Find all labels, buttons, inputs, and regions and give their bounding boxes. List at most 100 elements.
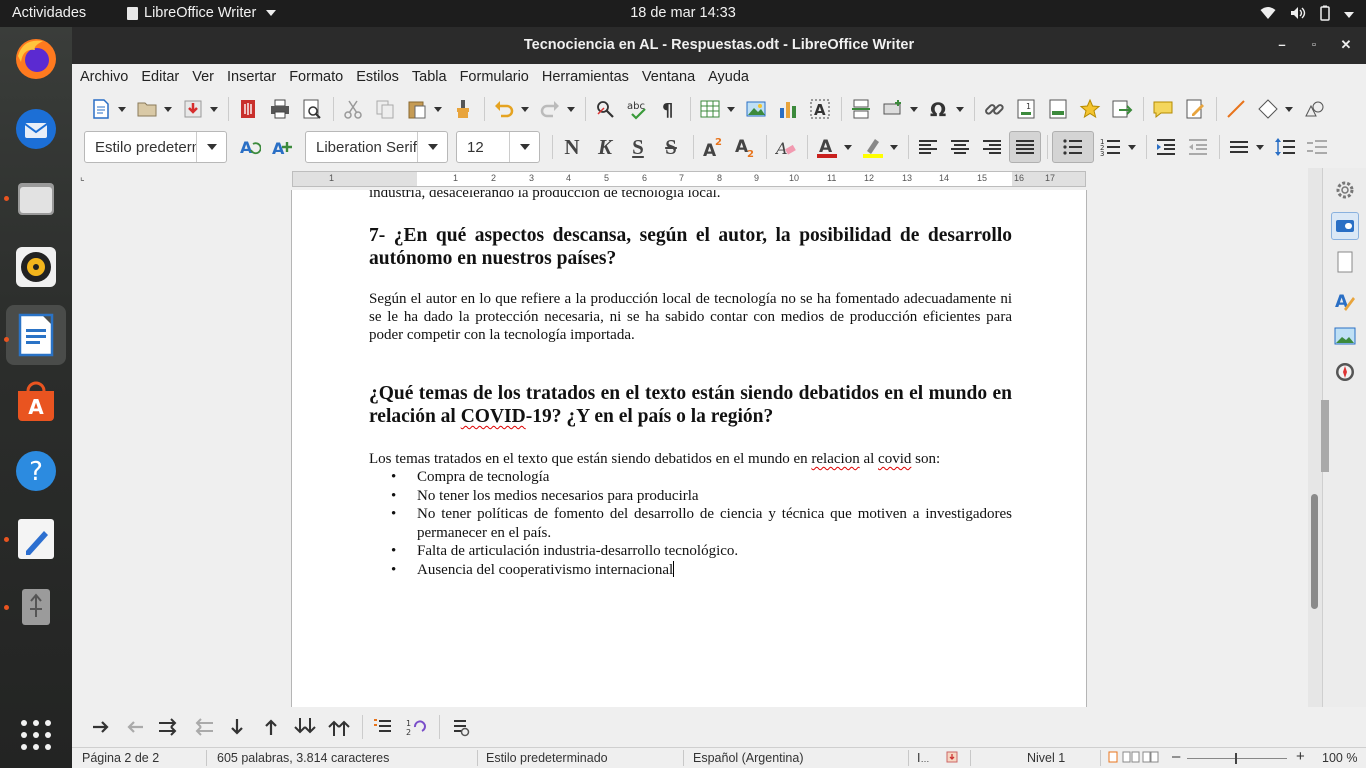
outline-level[interactable]: Nivel 1	[1027, 751, 1065, 765]
superscript-icon[interactable]: A2	[698, 132, 728, 162]
chevron-down-icon[interactable]	[727, 106, 735, 112]
heading-question-8[interactable]: ¿Qué temas de los tratados en el texto e…	[369, 382, 1012, 428]
decrease-paragraph-spacing-icon[interactable]	[1302, 132, 1332, 162]
libreoffice-writer-icon[interactable]	[6, 305, 66, 365]
subscript-icon[interactable]: A2	[730, 132, 760, 162]
undo-icon[interactable]	[489, 94, 519, 124]
menu-ventana[interactable]: Ventana	[642, 69, 695, 85]
close-icon[interactable]: ✕	[1338, 37, 1354, 53]
insert-chart-icon[interactable]	[773, 94, 803, 124]
open-folder-icon[interactable]	[132, 94, 162, 124]
rhythmbox-icon[interactable]	[12, 243, 60, 291]
promote-icon[interactable]	[324, 712, 354, 742]
chevron-down-icon[interactable]	[567, 106, 575, 112]
cut-icon[interactable]	[338, 94, 368, 124]
help-icon[interactable]: ?	[12, 447, 60, 495]
font-color-icon[interactable]: A	[812, 132, 842, 162]
activities-button[interactable]: Actividades	[12, 5, 86, 21]
highlight-color-icon[interactable]	[858, 132, 888, 162]
track-changes-icon[interactable]	[1180, 94, 1210, 124]
menu-editar[interactable]: Editar	[141, 69, 179, 85]
list-item[interactable]: No tener los medios necesarios para prod…	[369, 487, 1012, 506]
title-bar[interactable]: Tecnociencia en AL - Respuestas.odt - Li…	[72, 27, 1366, 64]
demote-icon[interactable]	[290, 712, 320, 742]
clone-formatting-icon[interactable]	[448, 94, 478, 124]
justify-icon[interactable]	[1009, 131, 1041, 163]
scrollbar-thumb[interactable]	[1311, 494, 1318, 609]
bullets-numbering-dialog-icon[interactable]	[444, 712, 474, 742]
bookmark-icon[interactable]	[1075, 94, 1105, 124]
insert-image-icon[interactable]	[741, 94, 771, 124]
book-view-icon[interactable]	[1142, 751, 1160, 766]
line-spacing-icon[interactable]	[1224, 132, 1254, 162]
italic-button[interactable]: K	[590, 135, 620, 160]
paragraph-cut-off[interactable]: industria, desacelerando la producción d…	[369, 190, 1012, 202]
restart-numbering-icon[interactable]: 12	[401, 712, 431, 742]
firefox-icon[interactable]	[12, 35, 60, 83]
page-style[interactable]: Estilo predeterminado	[486, 751, 608, 765]
usb-drive-icon[interactable]	[12, 583, 60, 631]
new-style-icon[interactable]: A	[267, 132, 297, 162]
properties-deck-icon[interactable]	[1331, 212, 1359, 240]
menu-formato[interactable]: Formato	[289, 69, 343, 85]
strikethrough-button[interactable]: S	[656, 135, 686, 160]
heading-question-7[interactable]: 7- ¿En qué aspectos descansa, según el a…	[369, 224, 1012, 270]
zoom-slider[interactable]	[1187, 758, 1287, 759]
paste-icon[interactable]	[402, 94, 432, 124]
menu-herramientas[interactable]: Herramientas	[542, 69, 629, 85]
chevron-down-icon[interactable]	[910, 106, 918, 112]
font-name-combo[interactable]: Liberation Serif	[305, 131, 448, 163]
files-icon[interactable]	[12, 175, 60, 223]
chevron-down-icon[interactable]	[164, 106, 172, 112]
page-break-icon[interactable]	[846, 94, 876, 124]
spelling-icon[interactable]: abc	[622, 94, 652, 124]
page-deck-icon[interactable]	[1331, 248, 1359, 276]
chevron-down-icon[interactable]	[844, 144, 852, 150]
chevron-down-icon[interactable]	[509, 132, 539, 162]
unordered-list-icon[interactable]	[1052, 131, 1094, 163]
chevron-down-icon[interactable]	[1285, 106, 1293, 112]
insert-text-box-icon[interactable]: A	[805, 94, 835, 124]
minimize-icon[interactable]: –	[1274, 37, 1290, 53]
insert-table-icon[interactable]	[695, 94, 725, 124]
sidebar-collapse-handle[interactable]	[1321, 400, 1329, 472]
menu-ayuda[interactable]: Ayuda	[708, 69, 749, 85]
find-replace-icon[interactable]	[590, 94, 620, 124]
formatting-marks-icon[interactable]: ¶	[654, 94, 684, 124]
styles-deck-icon[interactable]: A	[1331, 286, 1359, 314]
increase-indent-icon[interactable]	[1151, 132, 1181, 162]
multi-page-view-icon[interactable]	[1122, 751, 1140, 766]
document-area[interactable]: industria, desacelerando la producción d…	[72, 190, 1312, 707]
ubuntu-software-icon[interactable]: A	[12, 377, 60, 425]
menu-archivo[interactable]: Archivo	[80, 69, 128, 85]
list-item[interactable]: Falta de articulación industria-desarrol…	[369, 542, 1012, 561]
vertical-scrollbar[interactable]	[1308, 168, 1322, 707]
underline-button[interactable]: S	[623, 135, 653, 160]
previous-change-icon[interactable]	[188, 712, 218, 742]
paragraph-intro-topics[interactable]: Los temas tratados en el texto que están…	[369, 450, 1012, 468]
list-item[interactable]: No tener políticas de fomento del desarr…	[369, 505, 1012, 542]
zoom-level[interactable]: 100 %	[1322, 751, 1357, 765]
page[interactable]: industria, desacelerando la producción d…	[291, 190, 1087, 707]
redo-icon[interactable]	[535, 94, 565, 124]
list-item[interactable]: Ausencia del cooperativismo internaciona…	[369, 560, 1012, 580]
paragraph-style-combo[interactable]: Estilo predeterminado	[84, 131, 227, 163]
single-page-view-icon[interactable]	[1107, 751, 1119, 766]
text-language[interactable]: Español (Argentina)	[693, 751, 803, 765]
special-character-icon[interactable]: Ω	[924, 94, 954, 124]
insert-mode-icon[interactable]: I…	[917, 751, 929, 765]
update-style-icon[interactable]: A	[235, 132, 265, 162]
move-up-icon[interactable]	[256, 712, 286, 742]
show-apps-icon[interactable]	[12, 711, 60, 759]
menu-insertar[interactable]: Insertar	[227, 69, 276, 85]
zoom-in-icon[interactable]: +	[1296, 748, 1305, 765]
document-modified-icon[interactable]	[946, 751, 958, 766]
list-item[interactable]: Compra de tecnología	[369, 468, 1012, 487]
chevron-down-icon[interactable]	[434, 106, 442, 112]
chevron-down-icon[interactable]	[1256, 144, 1264, 150]
ordered-list-icon[interactable]: 123	[1096, 132, 1126, 162]
increase-paragraph-spacing-icon[interactable]	[1270, 132, 1300, 162]
decrease-indent-icon[interactable]	[1183, 132, 1213, 162]
navigator-deck-icon[interactable]	[1331, 358, 1359, 386]
menu-estilos[interactable]: Estilos	[356, 69, 399, 85]
